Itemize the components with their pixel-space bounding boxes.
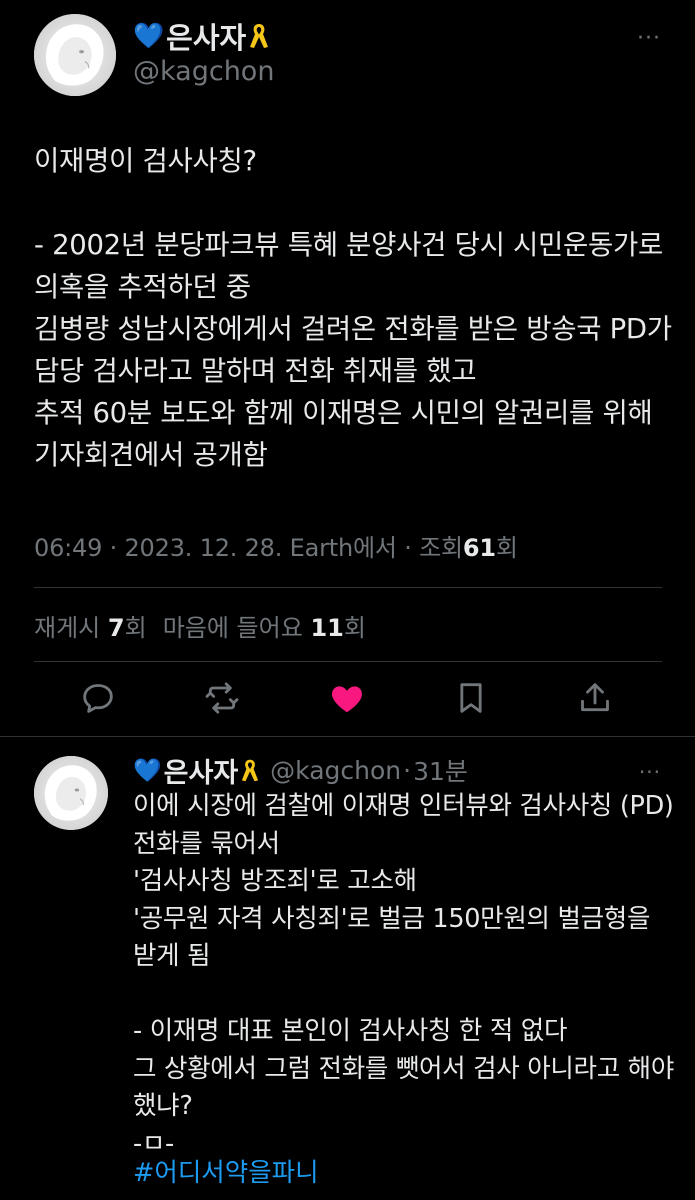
likes-label: 마음에 들어요 [162,614,303,642]
meta-separator: · [404,534,412,562]
meta-separator: · [109,534,118,562]
reply-text: 이에 시장에 검찰에 이재명 인터뷰와 검사사칭 (PD) 전화를 묶어서 '검… [133,791,675,1159]
white-lion-avatar-image [34,756,108,830]
author-name[interactable]: 💙 은사자 [133,751,260,790]
meta-separator: · [403,755,412,785]
reply-icon [83,684,113,713]
engagement-stats: 재게시 7회 마음에 들어요 11회 [34,608,366,643]
like-icon [332,686,362,713]
tweet-meta: 06:49 · 2023. 12. 28. Earth에서 · 조회61회 [34,528,518,563]
share-button[interactable] [575,678,615,718]
bookmark-icon [460,683,482,713]
yellow-ribbon-icon [248,21,270,51]
repost-button[interactable] [202,678,242,718]
divider [34,587,662,588]
blue-heart-icon: 💙 [133,21,165,50]
reply-time[interactable]: 31분 [413,752,468,788]
display-name: 은사자 [166,21,247,55]
reply-header: 💙 은사자 @kagchon · 31분 [133,751,468,790]
reposts-count: 7 [107,614,125,642]
divider [0,736,695,737]
tweet-source: Earth에서 [289,534,397,562]
repost-icon [205,682,239,714]
views-unit: 회 [495,534,518,562]
tweet-date[interactable]: 2023. 12. 28. [124,534,282,562]
views-count[interactable]: 61 [463,534,496,562]
divider [34,661,662,662]
more-options-icon[interactable]: ··· [637,26,661,51]
more-options-icon[interactable]: ··· [639,760,661,784]
likes-stat[interactable]: 마음에 들어요 11회 [163,614,366,642]
action-bar [0,678,695,722]
white-lion-avatar-image [34,14,116,96]
hashtag-link[interactable]: #어디서약을파니 [133,1152,319,1189]
reply-button[interactable] [78,678,118,718]
author-name[interactable]: 💙 은사자 [133,16,270,56]
like-button[interactable] [327,678,367,718]
blue-heart-icon: 💙 [133,757,162,784]
avatar[interactable] [34,756,108,830]
likes-count: 11 [310,614,344,642]
reposts-unit: 회 [124,614,147,642]
tweet-text: 이재명이 검사사칭? - 2002년 분당파크뷰 특혜 분양사건 당시 시민운동… [34,145,672,471]
likes-unit: 회 [343,614,366,642]
bookmark-button[interactable] [451,678,491,718]
display-name: 은사자 [163,757,239,789]
tweet-time[interactable]: 06:49 [34,534,102,562]
views-label: 조회 [419,534,463,562]
author-handle[interactable]: @kagchon [133,56,274,87]
author-handle[interactable]: @kagchon [270,756,401,785]
yellow-ribbon-icon [240,757,260,784]
tweet-thread-page: 💙 은사자 @kagchon ··· 이재명이 검사사칭? - 2002년 분당… [0,0,695,1200]
share-icon [581,683,609,712]
avatar[interactable] [34,14,116,96]
reposts-label: 재게시 [34,614,101,642]
reposts-stat[interactable]: 재게시 7회 [34,614,147,642]
